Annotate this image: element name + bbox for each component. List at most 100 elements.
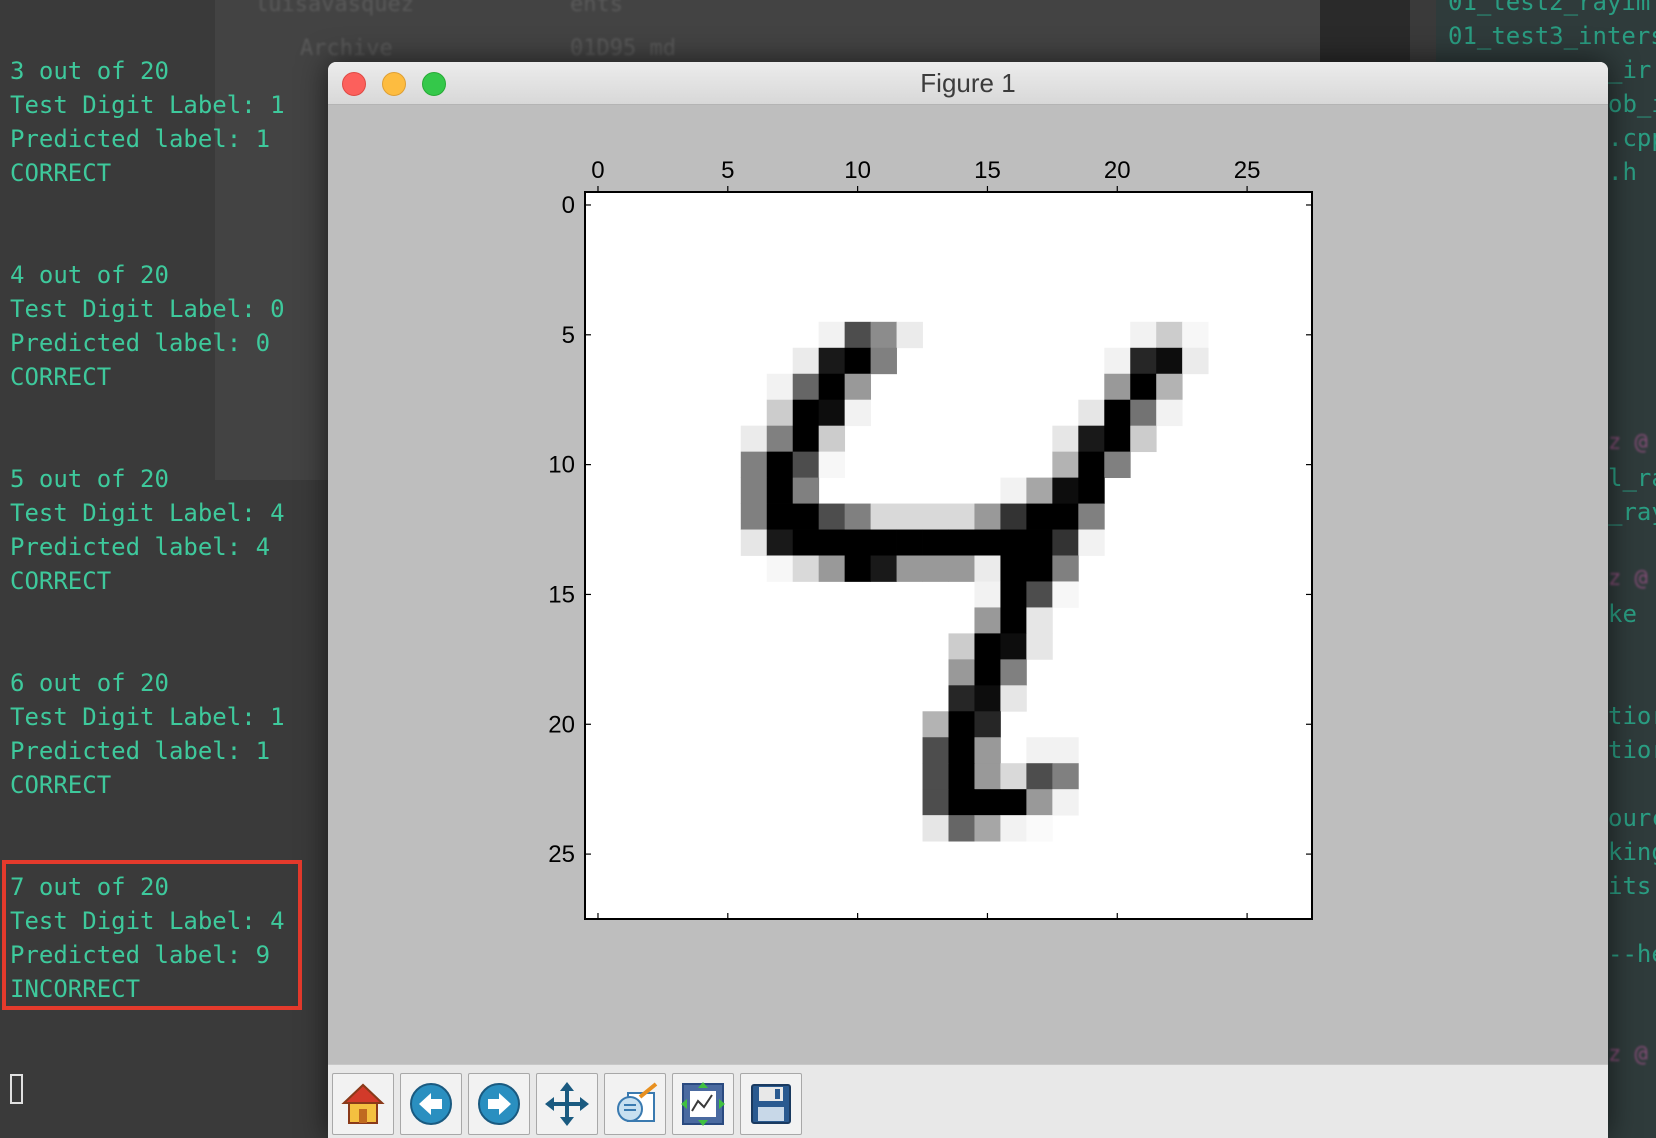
heatmap-cell bbox=[1052, 789, 1079, 816]
home-button[interactable] bbox=[332, 1073, 394, 1135]
heatmap-cell bbox=[1156, 373, 1183, 401]
heatmap-cell bbox=[792, 399, 820, 427]
ghost-text: its bbox=[1608, 872, 1652, 900]
ghost-text: z @ bbox=[1608, 430, 1648, 455]
back-arrow-icon bbox=[410, 1083, 452, 1125]
heatmap-cell bbox=[922, 789, 949, 816]
heatmap-cell bbox=[792, 529, 820, 556]
heatmap-cell bbox=[1000, 659, 1027, 686]
heatmap-cell bbox=[766, 555, 794, 582]
back-button[interactable] bbox=[400, 1073, 462, 1135]
heatmap-cell bbox=[1000, 685, 1027, 712]
figure-canvas[interactable]: 0 5 10 15 20 25 0 5 10 15 20 25 bbox=[328, 62, 1608, 1064]
heatmap-cell bbox=[1026, 555, 1053, 582]
heatmap-cell bbox=[1130, 425, 1157, 453]
heatmap-cell bbox=[922, 815, 949, 842]
heatmap-cell bbox=[1104, 399, 1131, 427]
heatmap-cell bbox=[1130, 347, 1157, 375]
heatmap-cell bbox=[792, 555, 820, 582]
heatmap-cell bbox=[922, 555, 949, 582]
heatmap-cell bbox=[1000, 555, 1027, 582]
heatmap-cell bbox=[974, 815, 1001, 842]
move-icon bbox=[545, 1082, 589, 1126]
heatmap-cell bbox=[1026, 529, 1053, 556]
y-tick-label: 5 bbox=[562, 322, 575, 349]
ghost-text: _ir bbox=[1608, 56, 1652, 84]
predicted-label-line: Predicted label: 1 bbox=[10, 737, 271, 765]
heatmap-cell bbox=[818, 529, 846, 556]
heatmap-cell bbox=[1000, 581, 1027, 608]
ghost-text: l_ra bbox=[1608, 464, 1656, 492]
test-label-line: Test Digit Label: 1 bbox=[10, 703, 285, 731]
heatmap-cell bbox=[974, 659, 1001, 686]
y-tick-label: 20 bbox=[548, 711, 575, 738]
heatmap-cell bbox=[974, 607, 1001, 634]
heatmap-cell bbox=[1104, 373, 1131, 401]
heatmap-cell bbox=[1026, 581, 1053, 608]
ghost-text: z @ bbox=[1608, 1042, 1648, 1067]
test-label-line: Test Digit Label: 0 bbox=[10, 295, 285, 323]
heatmap-cell bbox=[792, 347, 820, 375]
heatmap-cell bbox=[948, 633, 975, 660]
forward-arrow-icon bbox=[478, 1083, 520, 1125]
forward-button[interactable] bbox=[468, 1073, 530, 1135]
subplots-icon bbox=[681, 1082, 725, 1126]
predicted-label-line: Predicted label: 0 bbox=[10, 329, 271, 357]
ghost-text: tior bbox=[1608, 736, 1656, 764]
heatmap-cell bbox=[948, 503, 975, 530]
heatmap-cell bbox=[766, 451, 794, 479]
heatmap-cell bbox=[1130, 321, 1157, 349]
heatmap-cell bbox=[1078, 451, 1105, 479]
incorrect-highlight-box bbox=[2, 860, 302, 1010]
heatmap-cell bbox=[1182, 321, 1209, 349]
heatmap-cell bbox=[844, 399, 872, 427]
heatmap-cell bbox=[870, 321, 897, 349]
x-tick-label: 0 bbox=[591, 157, 604, 184]
heatmap-cell bbox=[1052, 529, 1079, 556]
heatmap-cell bbox=[1104, 451, 1131, 479]
ghost-text: 01D95 md bbox=[570, 36, 676, 61]
figure-window: Figure 1 0 5 10 15 20 25 0 5 10 15 20 25 bbox=[328, 62, 1608, 1138]
heatmap-cell bbox=[974, 529, 1001, 556]
heatmap-cell bbox=[1130, 373, 1157, 401]
result-block: 6 out of 20 Test Digit Label: 1 Predicte… bbox=[10, 666, 285, 802]
heatmap-cell bbox=[818, 399, 846, 427]
heatmap-cell bbox=[974, 503, 1001, 530]
heatmap-cell bbox=[1026, 763, 1053, 790]
heatmap-cell bbox=[1078, 425, 1105, 453]
pan-button[interactable] bbox=[536, 1073, 598, 1135]
configure-subplots-button[interactable] bbox=[672, 1073, 734, 1135]
ghost-text: .cpp bbox=[1608, 124, 1656, 152]
heatmap-cell bbox=[1052, 477, 1079, 504]
heatmap-cell bbox=[818, 555, 846, 582]
heatmap-cell bbox=[818, 321, 846, 349]
heatmap-cell bbox=[948, 685, 975, 712]
heatmap-cell bbox=[766, 373, 794, 401]
heatmap-cell bbox=[948, 763, 975, 790]
result-line: CORRECT bbox=[10, 159, 112, 187]
heatmap-cell bbox=[1156, 321, 1183, 349]
zoom-rect-icon bbox=[617, 1082, 658, 1122]
heatmap-cell bbox=[1052, 425, 1079, 453]
zoom-button[interactable] bbox=[604, 1073, 666, 1135]
heatmap-cell bbox=[1026, 815, 1053, 842]
heatmap-cell bbox=[922, 529, 949, 556]
heatmap-cell bbox=[974, 633, 1001, 660]
heatmap-cell bbox=[766, 503, 794, 530]
ghost-text: Archive bbox=[300, 36, 393, 61]
heatmap-cell bbox=[792, 425, 820, 453]
heatmap-cell bbox=[1130, 399, 1157, 427]
count-line: 5 out of 20 bbox=[10, 465, 169, 493]
heatmap-cell bbox=[740, 477, 768, 504]
heatmap-cell bbox=[1000, 503, 1027, 530]
save-button[interactable] bbox=[740, 1073, 802, 1135]
heatmap-cell bbox=[844, 347, 872, 375]
ghost-text: ke bbox=[1608, 600, 1637, 628]
heatmap-cell bbox=[844, 555, 872, 582]
heatmap-cell bbox=[1000, 789, 1027, 816]
test-label-line: Test Digit Label: 1 bbox=[10, 91, 285, 119]
y-tick-label: 0 bbox=[562, 192, 575, 219]
heatmap-cell bbox=[1000, 815, 1027, 842]
heatmap-cell bbox=[922, 737, 949, 764]
heatmap-cell bbox=[1000, 529, 1027, 556]
